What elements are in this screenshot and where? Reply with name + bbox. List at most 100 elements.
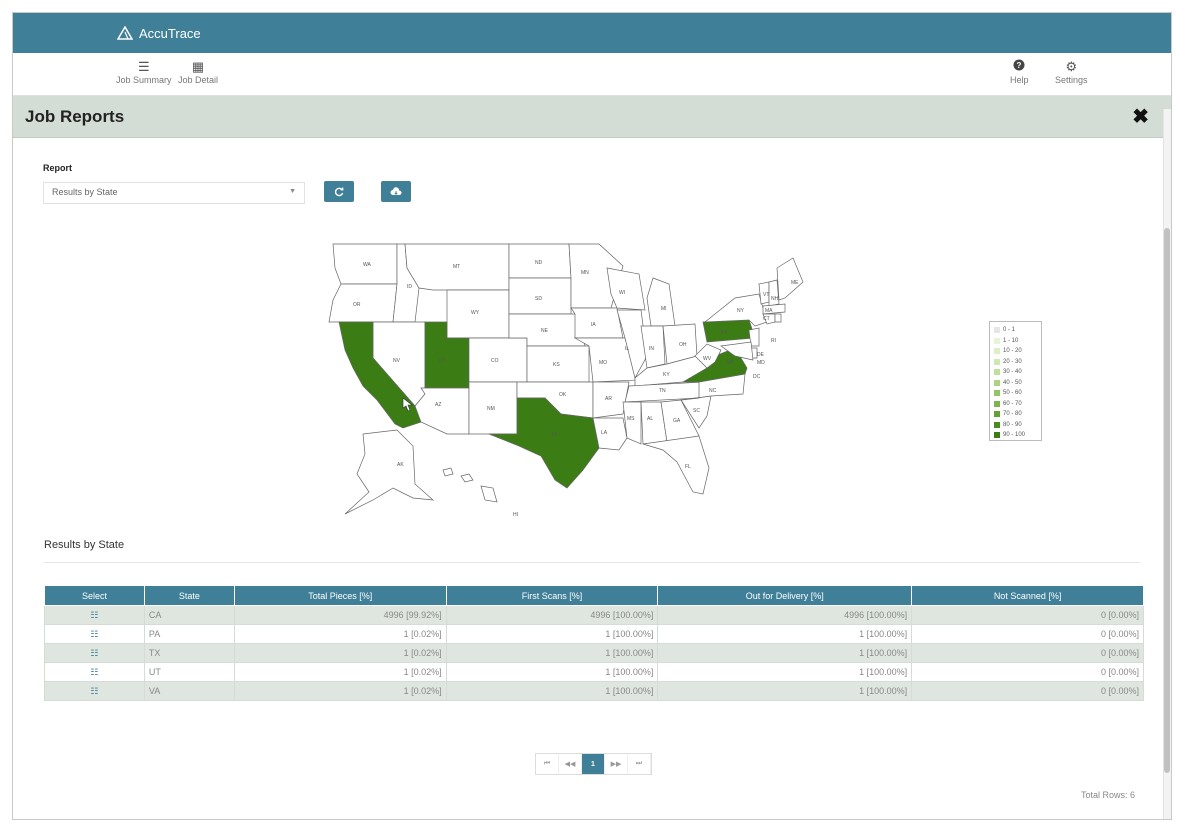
- col-total-pieces[interactable]: Total Pieces [%]: [233, 585, 447, 606]
- nav-job-summary[interactable]: ☰ Job Summary: [116, 59, 172, 85]
- legend-swatch: [994, 400, 1000, 407]
- svg-text:AZ: AZ: [435, 402, 441, 408]
- state-or[interactable]: [328, 283, 398, 323]
- svg-text:NE: NE: [541, 328, 549, 334]
- map-legend: 0 - 1 1 - 10 10 - 20 20 - 30 30 - 40 40 - 50 5…: [989, 321, 1042, 441]
- us-choropleth-map: WA OR ID MT WY NV UT AZ CO NM ND SD NE KS OK TX MN I…: [328, 243, 804, 518]
- state-la[interactable]: [592, 417, 628, 451]
- svg-text:FL: FL: [685, 464, 691, 470]
- legend-item: 1 - 10: [994, 336, 1037, 347]
- map-states: [328, 243, 804, 515]
- legend-swatch: [994, 390, 1000, 397]
- total-rows: Total Rows: 6: [1080, 790, 1135, 800]
- state-me[interactable]: [776, 257, 804, 301]
- svg-text:AR: AR: [605, 396, 612, 402]
- legend-label: 10 - 20: [1003, 348, 1022, 355]
- svg-text:SD: SD: [535, 296, 542, 302]
- cell-state: TX: [143, 643, 235, 663]
- col-state[interactable]: State: [143, 585, 235, 606]
- last-page-button[interactable]: ⏭: [628, 754, 651, 774]
- select-row-icon[interactable]: ☷: [44, 624, 145, 644]
- state-pa[interactable]: [702, 319, 756, 343]
- state-ia[interactable]: [570, 307, 624, 339]
- close-icon[interactable]: ✖: [1132, 107, 1149, 127]
- select-row-icon[interactable]: ☷: [44, 662, 145, 682]
- state-ak[interactable]: [344, 429, 435, 515]
- state-hi[interactable]: [442, 467, 498, 503]
- svg-text:UT: UT: [439, 358, 446, 364]
- page-1-button[interactable]: 1: [582, 754, 605, 774]
- state-mi[interactable]: [646, 277, 676, 327]
- state-ri[interactable]: [774, 313, 782, 323]
- legend-swatch: [994, 411, 1000, 418]
- legend-label: 70 - 80: [1003, 411, 1022, 418]
- download-button[interactable]: [381, 181, 411, 202]
- list-icon: ☰: [137, 59, 150, 74]
- table-row[interactable]: ☷ TX 1 [0.02%] 1 [100.00%] 1 [100.00%] 0 [0.0…: [44, 643, 1144, 663]
- first-page-button[interactable]: ⏮: [536, 754, 559, 774]
- scrollbar-thumb[interactable]: [1164, 228, 1170, 773]
- nav-label: Help: [1010, 75, 1029, 85]
- report-content: Report Results by State ▼ WA OR ID MT WY…: [13, 138, 1171, 819]
- nav-label: Settings: [1055, 75, 1088, 85]
- select-row-icon[interactable]: ☷: [44, 643, 145, 663]
- results-title: Results by State: [44, 539, 125, 551]
- svg-text:MI: MI: [661, 306, 667, 312]
- col-select[interactable]: Select: [44, 585, 145, 606]
- report-select[interactable]: Results by State ▼: [43, 182, 305, 204]
- select-row-icon[interactable]: ☷: [44, 681, 145, 701]
- nav-help[interactable]: ? Help: [1010, 59, 1029, 85]
- cloud-download-icon: [390, 186, 402, 195]
- col-out-for-delivery[interactable]: Out for Delivery [%]: [657, 585, 913, 606]
- col-first-scans[interactable]: First Scans [%]: [445, 585, 659, 606]
- divider: [44, 562, 1140, 563]
- svg-text:PA: PA: [721, 330, 728, 336]
- cell-out-for-delivery: 1 [100.00%]: [657, 681, 913, 701]
- refresh-button[interactable]: [324, 181, 354, 202]
- cell-out-for-delivery: 1 [100.00%]: [657, 643, 913, 663]
- svg-text:TX: TX: [551, 432, 558, 438]
- svg-text:MS: MS: [627, 416, 635, 422]
- legend-swatch: [994, 337, 1000, 344]
- report-label: Report: [43, 163, 72, 173]
- table-row[interactable]: ☷ VA 1 [0.02%] 1 [100.00%] 1 [100.00%] 0 [0.0…: [44, 681, 1144, 701]
- svg-text:OR: OR: [353, 302, 361, 308]
- table-header-row: Select State Total Pieces [%] First Scan…: [44, 585, 1144, 606]
- cell-out-for-delivery: 4996 [100.00%]: [657, 605, 913, 625]
- state-wi[interactable]: [606, 267, 646, 311]
- page-header: Job Reports ✖: [13, 96, 1171, 138]
- prev-page-button[interactable]: ◀◀: [559, 754, 582, 774]
- svg-text:KY: KY: [663, 372, 670, 378]
- nav-settings[interactable]: ⚙ Settings: [1055, 59, 1088, 85]
- cell-total-pieces: 1 [0.02%]: [233, 662, 447, 682]
- svg-text:LA: LA: [601, 430, 608, 436]
- svg-text:WI: WI: [619, 290, 625, 296]
- table-row[interactable]: ☷ PA 1 [0.02%] 1 [100.00%] 1 [100.00%] 0 [0.0…: [44, 624, 1144, 644]
- svg-text:MO: MO: [599, 360, 607, 366]
- table-row[interactable]: ☷ UT 1 [0.02%] 1 [100.00%] 1 [100.00%] 0 [0.0…: [44, 662, 1144, 682]
- svg-text:AL: AL: [647, 416, 653, 422]
- col-not-scanned[interactable]: Not Scanned [%]: [911, 585, 1144, 606]
- next-page-button[interactable]: ▶▶: [605, 754, 628, 774]
- select-row-icon[interactable]: ☷: [44, 605, 145, 625]
- state-nh[interactable]: [768, 279, 780, 307]
- brand[interactable]: AccuTrace: [117, 26, 201, 41]
- legend-label: 90 - 100: [1003, 432, 1026, 439]
- table-row[interactable]: ☷ CA 4996 [99.92%] 4996 [100.00%] 4996 [100.…: [44, 605, 1144, 625]
- legend-label: 1 - 10: [1003, 337, 1019, 344]
- svg-text:MD: MD: [757, 360, 765, 366]
- cell-state: VA: [143, 681, 235, 701]
- legend-label: 20 - 30: [1003, 358, 1022, 365]
- report-select-value: Results by State: [52, 187, 118, 197]
- nav-job-detail[interactable]: ▦ Job Detail: [178, 59, 218, 85]
- cell-state: CA: [143, 605, 235, 625]
- state-fl[interactable]: [642, 435, 710, 495]
- cell-state: UT: [143, 662, 235, 682]
- svg-text:IN: IN: [649, 346, 654, 352]
- svg-text:WY: WY: [471, 310, 480, 316]
- app-title: AccuTrace: [139, 25, 201, 41]
- svg-text:SC: SC: [693, 408, 700, 414]
- cell-state: PA: [143, 624, 235, 644]
- cell-out-for-delivery: 1 [100.00%]: [657, 624, 913, 644]
- cell-first-scans: 1 [100.00%]: [445, 681, 659, 701]
